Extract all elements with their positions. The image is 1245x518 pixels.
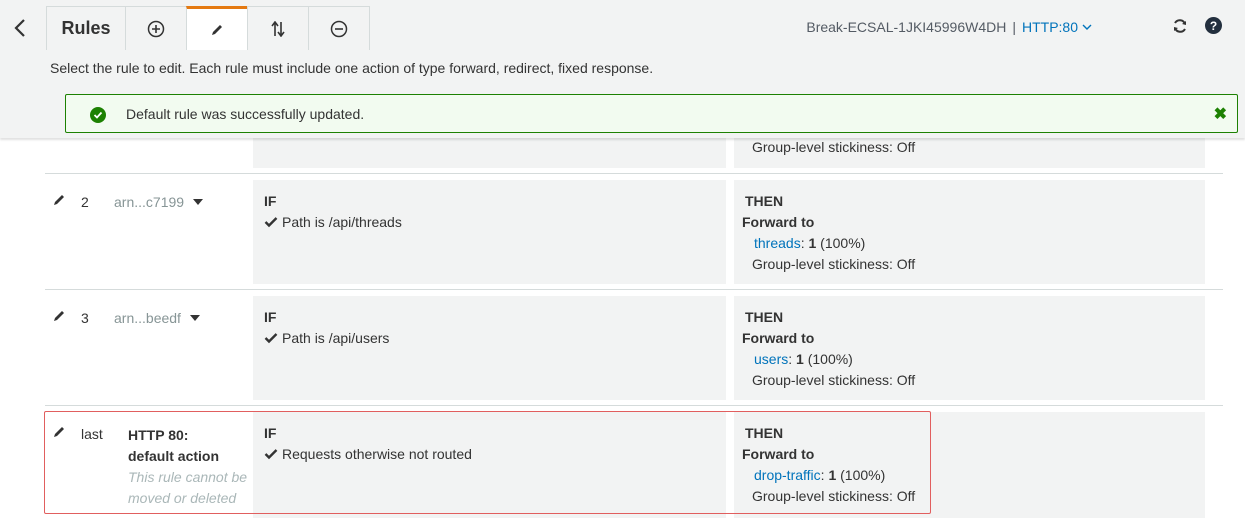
if-label: IF [264, 425, 277, 441]
target-group: threads: 1 (100%) [754, 235, 865, 251]
info-band: Select the rule to edit. Each rule must … [0, 50, 1245, 138]
toolbar-tabs: Rules [0, 6, 370, 50]
target-weight: 1 [828, 467, 837, 483]
check-icon [264, 449, 278, 460]
rule-conditions: IF Path is /api/users [253, 296, 726, 400]
pencil-icon[interactable] [52, 309, 66, 323]
condition-item: Path is /api/users [264, 330, 389, 346]
if-label: IF [264, 309, 277, 325]
target-percent: (100%) [807, 351, 853, 367]
rules-toolbar: Rules Break-ECSAL-1JKI45996W4DH | HTTP:8… [0, 0, 1245, 50]
check-icon [264, 333, 278, 344]
instructions-text: Select the rule to edit. Each rule must … [50, 60, 654, 76]
stickiness-text: Group-level stickiness: Off [752, 139, 916, 155]
rule-row: 2 arn...c7199 IF Path is /api/threads TH… [45, 180, 1223, 284]
listener-dropdown[interactable]: HTTP:80 [1022, 19, 1078, 35]
reorder-arrows-icon [271, 20, 285, 37]
rule-actions: THEN Forward to drop-traffic: 1 (100%) G… [734, 412, 1205, 518]
add-rule-tab[interactable] [125, 6, 187, 50]
rule-divider [45, 405, 1223, 406]
if-label: IF [264, 193, 277, 209]
success-flash: Default rule was successfully updated. ✖ [65, 94, 1238, 133]
rule-divider [45, 173, 1223, 174]
target-group: drop-traffic: 1 (100%) [754, 467, 885, 483]
edit-rules-tab[interactable] [186, 6, 248, 50]
listener-selector: Break-ECSAL-1JKI45996W4DH | HTTP:80 [806, 19, 1092, 35]
rule-actions: Group-level stickiness: Off [734, 138, 1205, 168]
refresh-button[interactable] [1170, 16, 1190, 36]
stickiness-text: Group-level stickiness: Off [752, 488, 916, 504]
success-icon [90, 107, 106, 123]
delete-rules-tab[interactable] [308, 6, 370, 50]
flash-message: Default rule was successfully updated. [126, 106, 365, 122]
rule-actions: THEN Forward to threads: 1 (100%) Group-… [734, 180, 1205, 284]
minus-circle-icon [330, 20, 348, 37]
rule-conditions: IF Requests otherwise not routed [253, 412, 726, 518]
help-icon[interactable]: ? [1205, 17, 1222, 34]
forward-label: Forward to [742, 214, 815, 230]
rule-arn-dropdown[interactable]: arn...beedf [114, 310, 200, 326]
load-balancer-name: Break-ECSAL-1JKI45996W4DH [806, 19, 1007, 35]
rule-actions: THEN Forward to users: 1 (100%) Group-le… [734, 296, 1205, 400]
condition-text: Path is /api/threads [282, 214, 402, 230]
pencil-icon[interactable] [52, 425, 66, 439]
rule-priority: last [81, 426, 103, 442]
rule-priority: 3 [81, 310, 89, 326]
default-rule-name-line1: HTTP 80: [128, 427, 189, 443]
then-label: THEN [745, 193, 784, 209]
condition-item: Requests otherwise not routed [264, 446, 472, 462]
target-group-link[interactable]: users [754, 351, 788, 367]
page-title: Rules [46, 6, 126, 50]
rule-arn: arn...beedf [114, 310, 181, 326]
stickiness-text: Group-level stickiness: Off [752, 372, 916, 388]
default-rule-note: This rule cannot be moved or deleted [128, 469, 248, 506]
condition-item: Path is /api/threads [264, 214, 402, 230]
rule-arn: arn...c7199 [114, 194, 185, 210]
then-label: THEN [745, 425, 784, 441]
target-sep: : [800, 235, 805, 251]
target-group-link[interactable]: threads [754, 235, 801, 251]
rule-arn-dropdown[interactable]: arn...c7199 [114, 194, 204, 210]
target-group-link[interactable]: drop-traffic [754, 467, 821, 483]
rule-conditions: IF Path is /api/threads [253, 180, 726, 284]
rule-row: Group-level stickiness: Off [45, 138, 1223, 168]
pencil-icon [212, 24, 222, 35]
reorder-rules-tab[interactable] [247, 6, 309, 50]
forward-label: Forward to [742, 330, 815, 346]
pencil-icon[interactable] [52, 193, 66, 207]
check-icon [264, 217, 278, 228]
target-weight: 1 [796, 351, 804, 367]
back-button[interactable] [0, 6, 40, 50]
chevron-down-icon[interactable] [1082, 23, 1092, 31]
caret-down-icon [189, 315, 200, 321]
default-rule-name: HTTP 80: default action [128, 425, 219, 467]
rule-conditions [253, 138, 726, 168]
refresh-icon [1174, 19, 1186, 33]
default-rule-name-line2: default action [128, 448, 220, 464]
chevron-left-icon [14, 19, 25, 37]
then-label: THEN [745, 309, 784, 325]
stickiness-text: Group-level stickiness: Off [752, 256, 916, 272]
forward-label: Forward to [742, 446, 815, 462]
target-percent: (100%) [820, 235, 866, 251]
target-group: users: 1 (100%) [754, 351, 853, 367]
target-sep: : [820, 467, 825, 483]
rule-priority: 2 [81, 194, 89, 210]
rule-row: 3 arn...beedf IF Path is /api/users THEN… [45, 296, 1223, 400]
target-sep: : [788, 351, 793, 367]
rules-list: Group-level stickiness: Off 2 arn...c719… [0, 138, 1245, 518]
caret-down-icon [193, 199, 204, 205]
target-weight: 1 [808, 235, 817, 251]
target-percent: (100%) [840, 467, 886, 483]
condition-text: Requests otherwise not routed [282, 446, 472, 462]
close-icon[interactable]: ✖ [1214, 104, 1227, 124]
default-rule-row: last HTTP 80: default action This rule c… [45, 412, 1223, 518]
plus-circle-icon [147, 20, 165, 37]
separator: | [1012, 19, 1016, 35]
rule-divider [45, 289, 1223, 290]
condition-text: Path is /api/users [282, 330, 390, 346]
